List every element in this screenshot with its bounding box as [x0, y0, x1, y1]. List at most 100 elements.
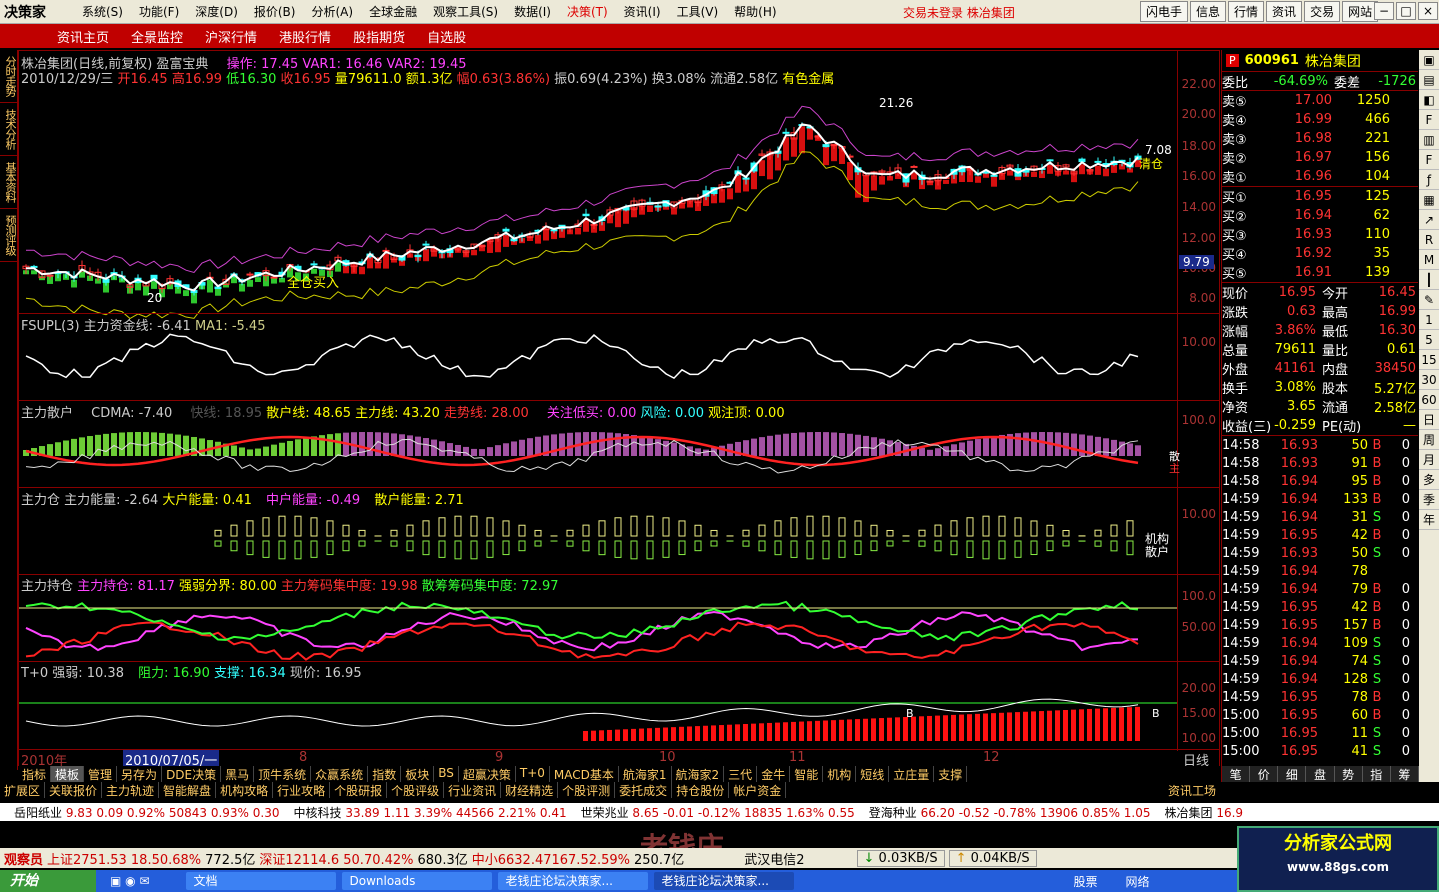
taskbar-item-downloads[interactable]: Downloads: [341, 872, 492, 890]
extension-tab[interactable]: 委托成交: [615, 782, 673, 798]
trade-button[interactable]: 交易: [1304, 1, 1341, 22]
period-button[interactable]: 月: [1419, 450, 1439, 470]
menu-function[interactable]: 功能(F): [131, 3, 187, 20]
indicator-tab[interactable]: BS: [434, 766, 459, 782]
observer-label[interactable]: 观察员: [4, 849, 43, 868]
ticker-item[interactable]: 株冶集团 16.9: [1165, 804, 1244, 821]
period-button[interactable]: 日: [1419, 410, 1439, 430]
doc-icon[interactable]: ▥: [1419, 130, 1439, 150]
tab-watchlist[interactable]: 自选股: [416, 27, 477, 46]
chart-area[interactable]: 株冶集团(日线,前复权) 盈富宝典 操作: 17.45 VAR1: 16.46 …: [18, 50, 1220, 769]
trend-icon[interactable]: ↗: [1419, 210, 1439, 230]
indicator-tab[interactable]: 金牛: [757, 766, 791, 782]
extension-tab[interactable]: 行业攻略: [273, 782, 331, 798]
ticker-item[interactable]: 中核科技 33.89 1.11 3.39% 44566 2.21% 0.41: [293, 804, 566, 821]
quote-tab[interactable]: 细: [1278, 766, 1307, 782]
indicator-tab[interactable]: 支撑: [934, 766, 968, 782]
indicator-tab[interactable]: 众赢系统: [311, 766, 369, 782]
menu-decision[interactable]: 决策(T): [559, 3, 616, 20]
indicator-tab[interactable]: 另存为: [117, 766, 163, 782]
extension-tab[interactable]: 帐户资金: [729, 782, 787, 798]
extension-tab[interactable]: 个股评测: [558, 782, 616, 798]
indicator-tab[interactable]: 指标: [18, 766, 52, 782]
tab-futures[interactable]: 股指期货: [342, 27, 416, 46]
indicator-tab[interactable]: 管理: [84, 766, 118, 782]
extension-tab[interactable]: 个股研报: [330, 782, 388, 798]
ticker-item[interactable]: 岳阳纸业 9.83 0.09 0.92% 50843 0.93% 0.30: [14, 804, 279, 821]
indicator-tab[interactable]: 短线: [856, 766, 890, 782]
indicator-tab[interactable]: 智能: [790, 766, 824, 782]
menu-tools[interactable]: 工具(V): [669, 3, 727, 20]
indicator-tab[interactable]: 航海家1: [619, 766, 672, 782]
extension-tab[interactable]: 智能解盘: [159, 782, 217, 798]
close-button[interactable]: ×: [1418, 2, 1438, 20]
extension-tab[interactable]: 持仓股份: [672, 782, 730, 798]
bars-icon[interactable]: ▦: [1419, 190, 1439, 210]
news-button[interactable]: 资讯: [1266, 1, 1303, 22]
tray-network[interactable]: 网络: [1126, 873, 1150, 890]
tab-hk[interactable]: 港股行情: [268, 27, 342, 46]
taskbar-item-browser-2[interactable]: 老钱庄论坛决策家...: [653, 872, 794, 890]
indicator-tab[interactable]: 三代: [724, 766, 758, 782]
quote-tab[interactable]: 盘: [1306, 766, 1335, 782]
menu-analysis[interactable]: 分析(A): [303, 3, 361, 20]
extension-tab[interactable]: 扩展区: [0, 782, 46, 798]
tab-panorama[interactable]: 全景监控: [120, 27, 194, 46]
indicator-tab[interactable]: MACD基本: [550, 766, 619, 782]
pen-icon[interactable]: ✎: [1419, 290, 1439, 310]
view-rating[interactable]: 预测评级: [0, 209, 18, 262]
quote-tab[interactable]: 势: [1335, 766, 1363, 782]
minimize-button[interactable]: −: [1374, 2, 1394, 20]
indicator-tab[interactable]: 板块: [401, 766, 435, 782]
macd-icon[interactable]: M: [1419, 250, 1439, 270]
grid-icon[interactable]: ▤: [1419, 70, 1439, 90]
indicator-tab[interactable]: 模板: [51, 766, 85, 782]
extension-tab[interactable]: 关联报价: [45, 782, 103, 798]
extension-tab[interactable]: 行业资讯: [444, 782, 502, 798]
period-button[interactable]: 年: [1419, 510, 1439, 530]
taskbar-item-browser-1[interactable]: 老钱庄论坛决策家...: [497, 872, 648, 890]
quote-tab[interactable]: 价: [1250, 766, 1279, 782]
menu-help[interactable]: 帮助(H): [726, 3, 784, 20]
menu-quote[interactable]: 报价(B): [246, 3, 304, 20]
indicator-tab[interactable]: 黑马: [221, 766, 255, 782]
fx-icon[interactable]: ƒ: [1419, 170, 1439, 190]
period-button[interactable]: 30: [1419, 370, 1439, 390]
indicator-tab[interactable]: 机构: [823, 766, 857, 782]
menu-depth[interactable]: 深度(D): [187, 3, 246, 20]
rsi-icon[interactable]: R: [1419, 230, 1439, 250]
indicator-tab[interactable]: 超赢决策: [459, 766, 516, 782]
kline-icon[interactable]: ┃: [1419, 270, 1439, 290]
menu-global-finance[interactable]: 全球金融: [361, 3, 425, 20]
info-workshop-tab[interactable]: 资讯工场: [1168, 782, 1216, 799]
indicator-tab[interactable]: 立庄量: [889, 766, 935, 782]
extension-tab[interactable]: 主力轨迹: [102, 782, 160, 798]
extension-tab[interactable]: 机构攻略: [216, 782, 274, 798]
window-icon[interactable]: ▣: [1419, 50, 1439, 70]
flash-trade-button[interactable]: 闪电手: [1140, 1, 1189, 22]
period-button[interactable]: 周: [1419, 430, 1439, 450]
ticker-item[interactable]: 登海种业 66.20 -0.52 -0.78% 13906 0.85% 1.05: [869, 804, 1151, 821]
period-button[interactable]: 60: [1419, 390, 1439, 410]
indicator-tab[interactable]: 航海家2: [672, 766, 725, 782]
quote-tab[interactable]: 笔: [1222, 766, 1251, 782]
period-button[interactable]: 1: [1419, 310, 1439, 330]
tab-news-home[interactable]: 资讯主页: [46, 27, 120, 46]
view-technical[interactable]: 技术分析: [0, 103, 18, 156]
market-button[interactable]: 行情: [1228, 1, 1265, 22]
extension-tab[interactable]: 个股评级: [387, 782, 445, 798]
period-button[interactable]: 季: [1419, 490, 1439, 510]
quote-tab[interactable]: 指: [1363, 766, 1391, 782]
period-button[interactable]: 多: [1419, 470, 1439, 490]
indicator-tab[interactable]: DDE决策: [162, 766, 222, 782]
quote-tab[interactable]: 筹: [1391, 766, 1419, 782]
indicator-tab[interactable]: T+0: [516, 766, 550, 782]
start-button[interactable]: 开始: [0, 870, 96, 892]
f1-icon[interactable]: F: [1419, 150, 1439, 170]
taskbar-item-docs[interactable]: 文档: [185, 872, 336, 890]
info-button[interactable]: 信息: [1190, 1, 1227, 22]
extension-tab[interactable]: 财经精选: [501, 782, 559, 798]
indicator-tab[interactable]: 顶牛系统: [254, 766, 312, 782]
menu-news[interactable]: 资讯(I): [616, 3, 669, 20]
view-intraday[interactable]: 分时走势: [0, 50, 18, 103]
